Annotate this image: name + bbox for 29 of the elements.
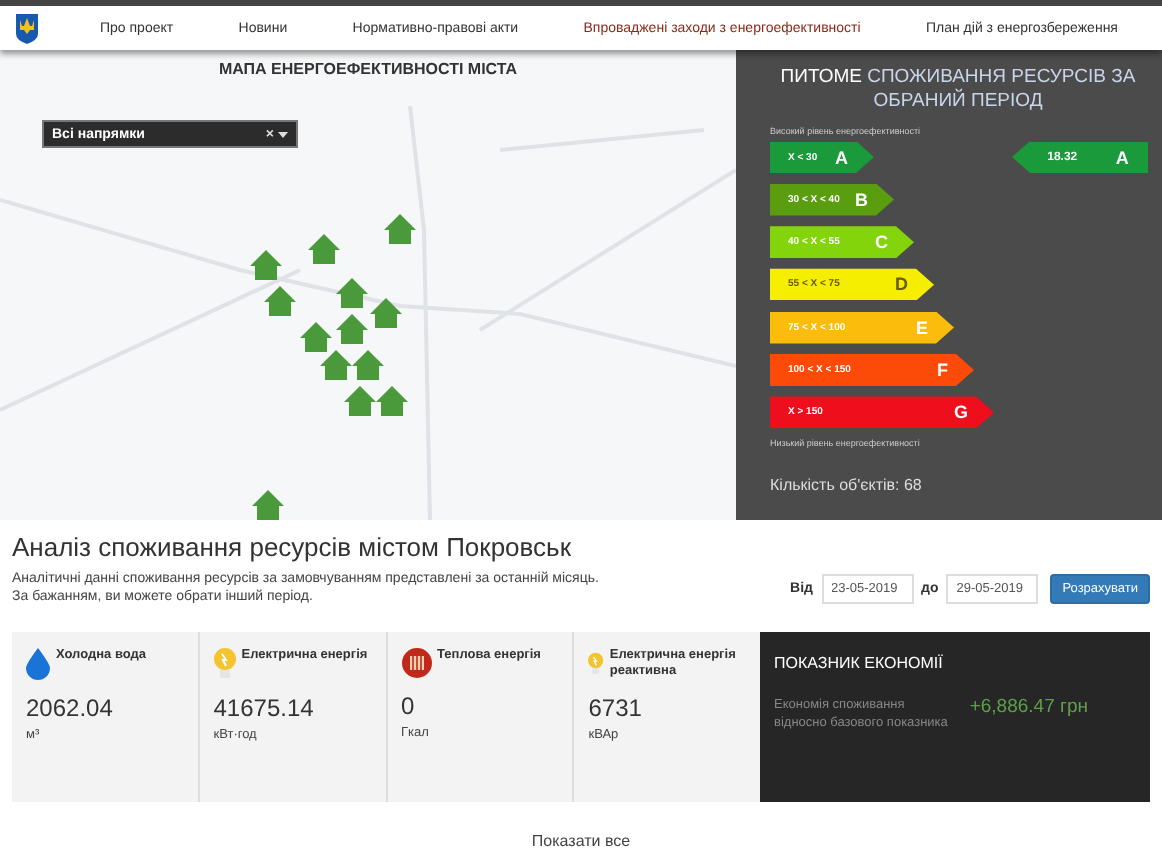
house-marker-icon[interactable] xyxy=(336,314,368,344)
resource-value: 6731 xyxy=(588,694,644,722)
show-all-link[interactable]: Показати все xyxy=(531,832,631,848)
house-marker-icon[interactable] xyxy=(300,322,332,352)
house-marker-icon[interactable] xyxy=(352,350,384,380)
house-marker-icon[interactable] xyxy=(264,286,296,316)
resource-value: 41675.14 xyxy=(213,694,316,722)
house-marker-icon[interactable] xyxy=(370,298,402,328)
house-marker-icon[interactable] xyxy=(384,214,416,244)
light-bulb-icon xyxy=(588,648,604,680)
house-marker-icon[interactable] xyxy=(250,250,282,280)
resource-value: 2062.04 xyxy=(26,694,115,722)
map-title: МАПА ЕНЕРГОЕФЕКТИВНОСТІ МІСТА xyxy=(216,60,520,78)
rating-title: ПИТОМЕ СПОЖИВАННЯ РЕСУРСІВ ЗА ОБРАНИЙ ПЕРІОД xyxy=(778,66,1138,114)
house-marker-icon[interactable] xyxy=(336,278,368,308)
house-marker-icon[interactable] xyxy=(344,386,376,416)
analysis-title: Аналіз споживання ресурсів містом Покровськ xyxy=(12,532,574,562)
resource-value: 0 xyxy=(401,692,417,720)
water-drop-icon xyxy=(26,648,50,680)
light-bulb-icon xyxy=(213,648,236,680)
house-marker-icon[interactable] xyxy=(252,490,284,520)
house-marker-icon[interactable] xyxy=(320,350,352,380)
caret-icon[interactable] xyxy=(278,131,288,137)
savings-title: ПОКАЗНИК ЕКОНОМІЇ xyxy=(774,654,945,672)
radiator-icon xyxy=(401,648,431,678)
savings-value: +6,886.47 грн xyxy=(969,696,1088,718)
house-marker-icon[interactable] xyxy=(376,386,408,416)
object-count: Кількість об'єктів: 68 xyxy=(770,476,924,495)
house-marker-icon[interactable] xyxy=(308,234,340,264)
